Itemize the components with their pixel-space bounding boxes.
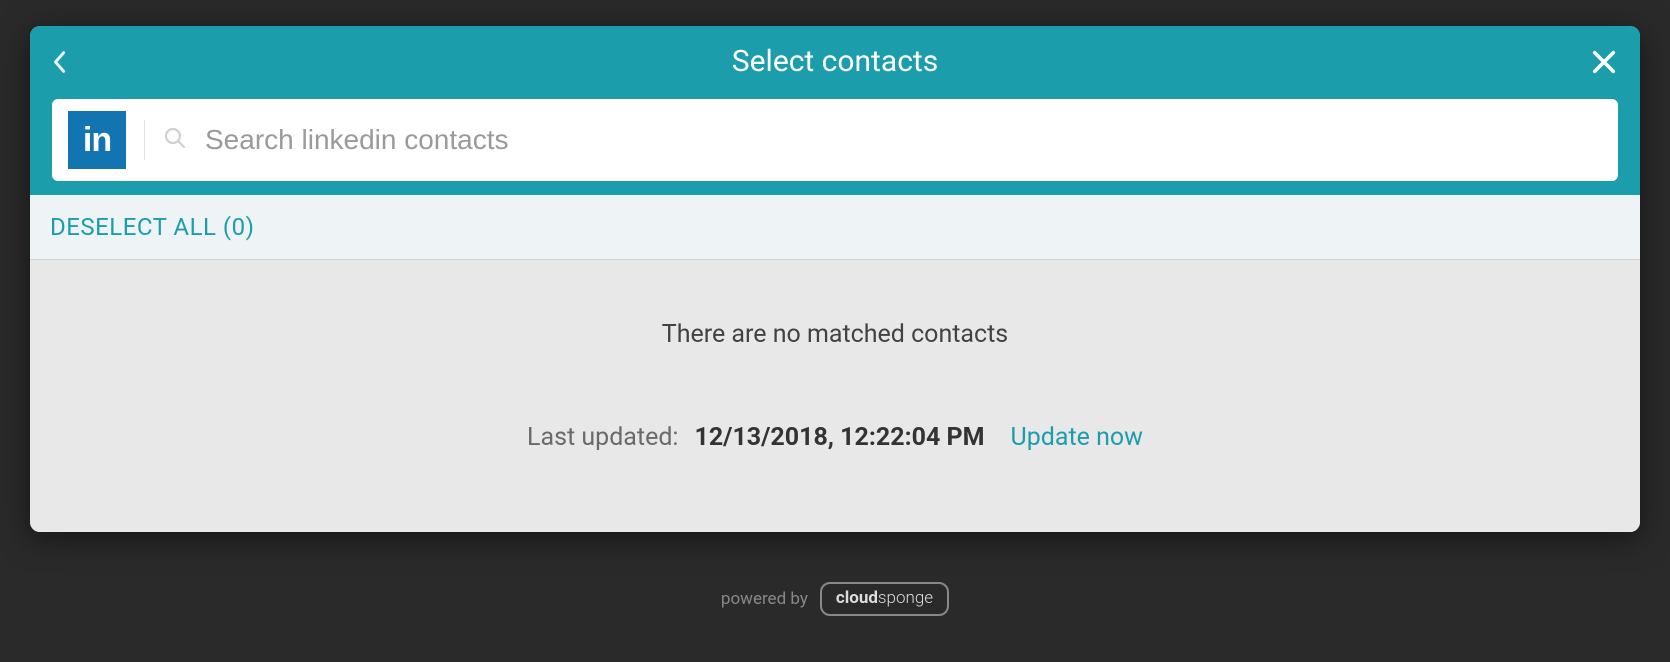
powered-by-label: powered by	[721, 589, 808, 609]
last-updated-row: Last updated: 12/13/2018, 12:22:04 PM Up…	[50, 423, 1620, 452]
brand-bold: cloud	[836, 588, 878, 608]
close-button[interactable]	[1588, 48, 1618, 76]
modal-header: Select contacts in	[30, 26, 1640, 195]
toolbar: DESELECT ALL (0)	[30, 195, 1640, 260]
divider	[144, 120, 145, 160]
last-updated-value: 12/13/2018, 12:22:04 PM	[694, 423, 984, 452]
deselect-all-button[interactable]: DESELECT ALL (0)	[50, 213, 254, 241]
footer: powered by cloudsponge	[0, 582, 1670, 616]
modal-body: There are no matched contacts Last updat…	[30, 260, 1640, 532]
back-button[interactable]	[52, 50, 82, 74]
brand-light: sponge	[878, 588, 933, 608]
linkedin-icon: in	[68, 111, 126, 169]
update-now-link[interactable]: Update now	[1011, 423, 1143, 452]
chevron-left-icon	[52, 50, 66, 74]
last-updated-label: Last updated:	[527, 423, 678, 452]
brand-badge[interactable]: cloudsponge	[820, 582, 949, 616]
header-top: Select contacts	[52, 44, 1618, 79]
search-icon	[163, 126, 187, 154]
search-bar: in	[52, 99, 1618, 181]
modal-title: Select contacts	[82, 44, 1588, 79]
select-contacts-modal: Select contacts in DESELECT ALL (0)	[30, 26, 1640, 532]
search-input[interactable]	[205, 124, 1602, 156]
empty-message: There are no matched contacts	[50, 320, 1620, 349]
close-icon	[1590, 48, 1618, 76]
